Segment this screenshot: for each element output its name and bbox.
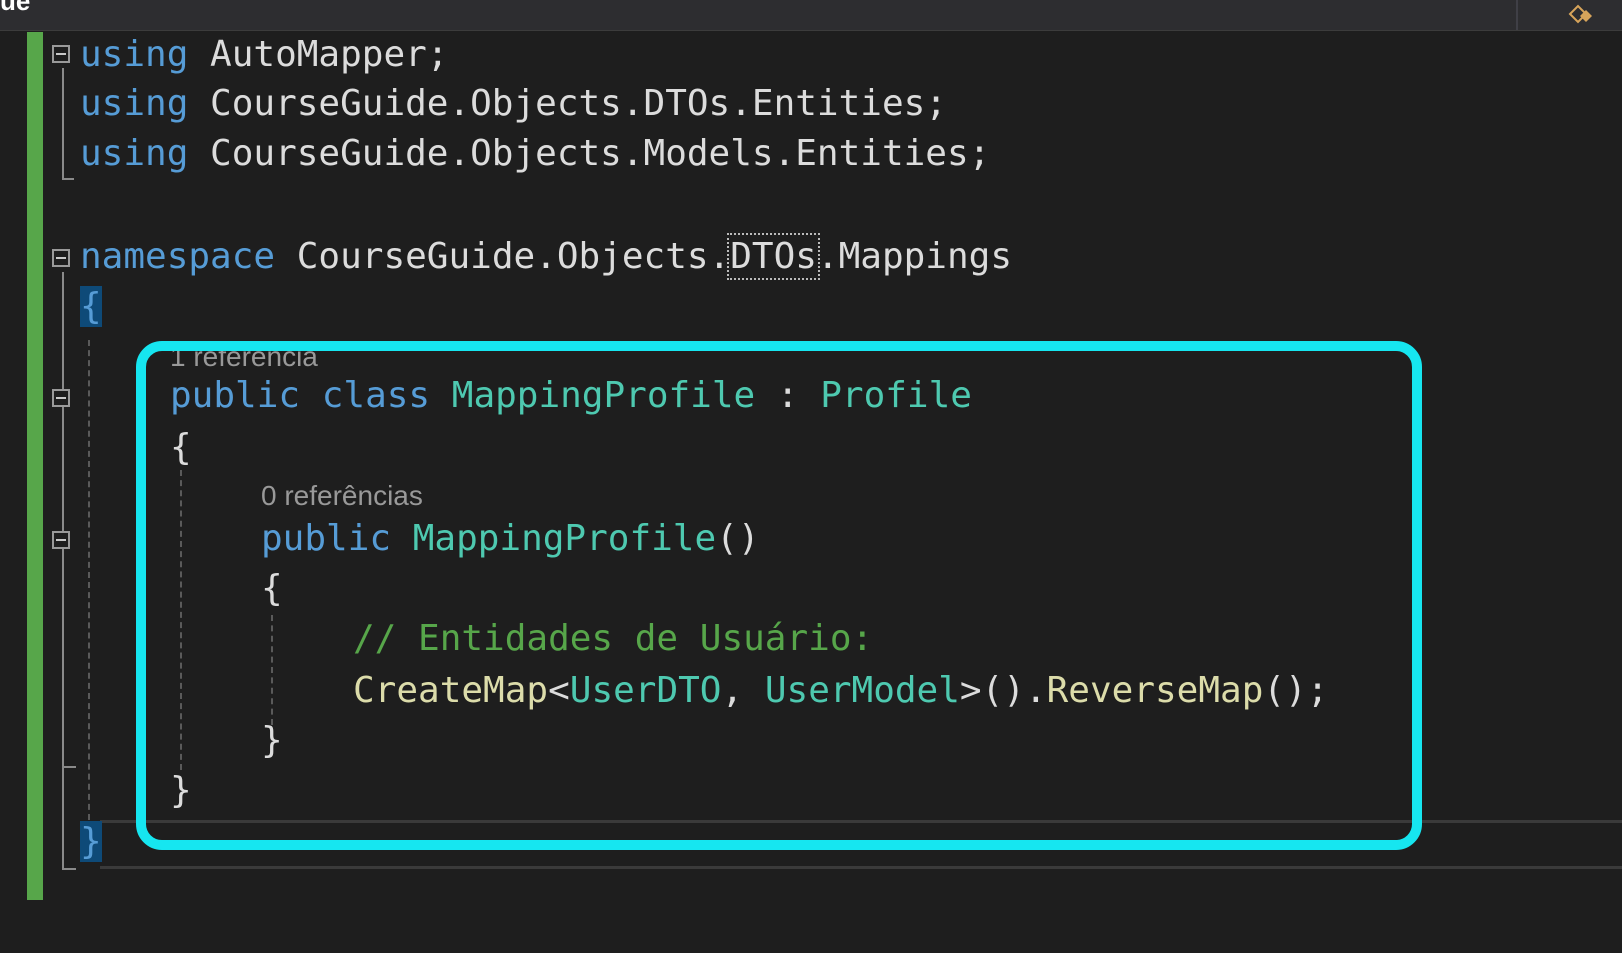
collapse-namespace-button[interactable] bbox=[52, 249, 70, 267]
code-line-4[interactable]: namespace CourseGuide.Objects.DTOs.Mappi… bbox=[80, 233, 1013, 280]
keyword: public bbox=[261, 518, 413, 559]
code-text: CourseGuide.Objects. bbox=[275, 236, 731, 277]
class-outline-end bbox=[62, 766, 76, 768]
namespace-outline-end bbox=[62, 868, 76, 870]
code-line-2[interactable]: using CourseGuide.Objects.DTOs.Entities; bbox=[80, 82, 947, 126]
code-line-10[interactable]: // Entidades de Usuário: bbox=[353, 617, 873, 661]
code-text: >(). bbox=[959, 670, 1047, 711]
using-outline-end bbox=[62, 178, 74, 180]
collapse-using-button[interactable] bbox=[52, 45, 70, 63]
comment: // Entidades de Usuário: bbox=[353, 618, 874, 659]
code-text: .Mappings bbox=[816, 236, 1013, 277]
keyword: using bbox=[80, 83, 189, 124]
code-line-9[interactable]: { bbox=[261, 567, 283, 611]
code-line-1[interactable]: using AutoMapper; bbox=[80, 33, 448, 77]
type-name: MappingProfile bbox=[451, 375, 756, 416]
class-symbol-icon[interactable] bbox=[1566, 2, 1596, 26]
keyword: using bbox=[80, 133, 189, 174]
class-indent-guide bbox=[180, 470, 182, 770]
method-name: ReverseMap bbox=[1046, 670, 1264, 711]
change-tracking-bar bbox=[27, 32, 43, 900]
keyword: class bbox=[300, 375, 452, 416]
code-line-13[interactable]: } bbox=[170, 769, 192, 813]
keyword: public bbox=[170, 375, 301, 416]
namespace-outline-line bbox=[62, 272, 64, 870]
matching-brace: } bbox=[80, 821, 102, 862]
type-name: Profile bbox=[820, 375, 972, 416]
type-name: UserDTO bbox=[569, 670, 722, 711]
code-line-8[interactable]: public MappingProfile() bbox=[261, 517, 760, 561]
highlighted-identifier[interactable]: DTOs bbox=[727, 233, 820, 280]
codelens-constructor-references[interactable]: 0 referências bbox=[261, 480, 423, 512]
code-line-3[interactable]: using CourseGuide.Objects.Models.Entitie… bbox=[80, 132, 990, 176]
brace: { bbox=[261, 568, 283, 609]
code-line-7[interactable]: { bbox=[170, 426, 192, 470]
code-text: , bbox=[721, 670, 765, 711]
code-line-14[interactable]: } bbox=[80, 820, 102, 864]
collapse-class-button[interactable] bbox=[52, 389, 70, 407]
current-line-border bbox=[100, 820, 1622, 823]
code-text: < bbox=[548, 670, 570, 711]
namespace-indent-guide bbox=[88, 340, 90, 820]
collapse-constructor-button[interactable] bbox=[52, 531, 70, 549]
toolbar-separator bbox=[1516, 0, 1518, 30]
code-line-11[interactable]: CreateMap<UserDTO, UserModel>().ReverseM… bbox=[353, 669, 1328, 713]
code-text: (); bbox=[1263, 670, 1329, 711]
code-text: CourseGuide.Objects.Models.Entities; bbox=[188, 133, 991, 174]
code-line-5[interactable]: { bbox=[80, 285, 102, 329]
code-text: () bbox=[716, 518, 760, 559]
method-name: CreateMap bbox=[353, 670, 549, 711]
editor-tab-bar: ue bbox=[0, 0, 1622, 31]
document-tab[interactable]: ue bbox=[0, 0, 30, 17]
code-text: CourseGuide.Objects.DTOs.Entities; bbox=[188, 83, 947, 124]
codelens-class-references[interactable]: 1 referência bbox=[170, 341, 318, 373]
keyword: using bbox=[80, 34, 189, 75]
code-text: : bbox=[755, 375, 821, 416]
method-indent-guide bbox=[271, 615, 273, 725]
type-name: MappingProfile bbox=[412, 518, 717, 559]
using-outline-line bbox=[62, 68, 64, 180]
matching-brace: { bbox=[80, 286, 102, 327]
code-text: AutoMapper; bbox=[188, 34, 449, 75]
brace: { bbox=[170, 427, 192, 468]
keyword: namespace bbox=[80, 236, 276, 277]
current-line-border bbox=[100, 866, 1622, 869]
brace: } bbox=[170, 770, 192, 811]
code-line-12[interactable]: } bbox=[261, 719, 283, 763]
brace: } bbox=[261, 720, 283, 761]
type-name: UserModel bbox=[764, 670, 960, 711]
code-line-6[interactable]: public class MappingProfile : Profile bbox=[170, 374, 972, 418]
